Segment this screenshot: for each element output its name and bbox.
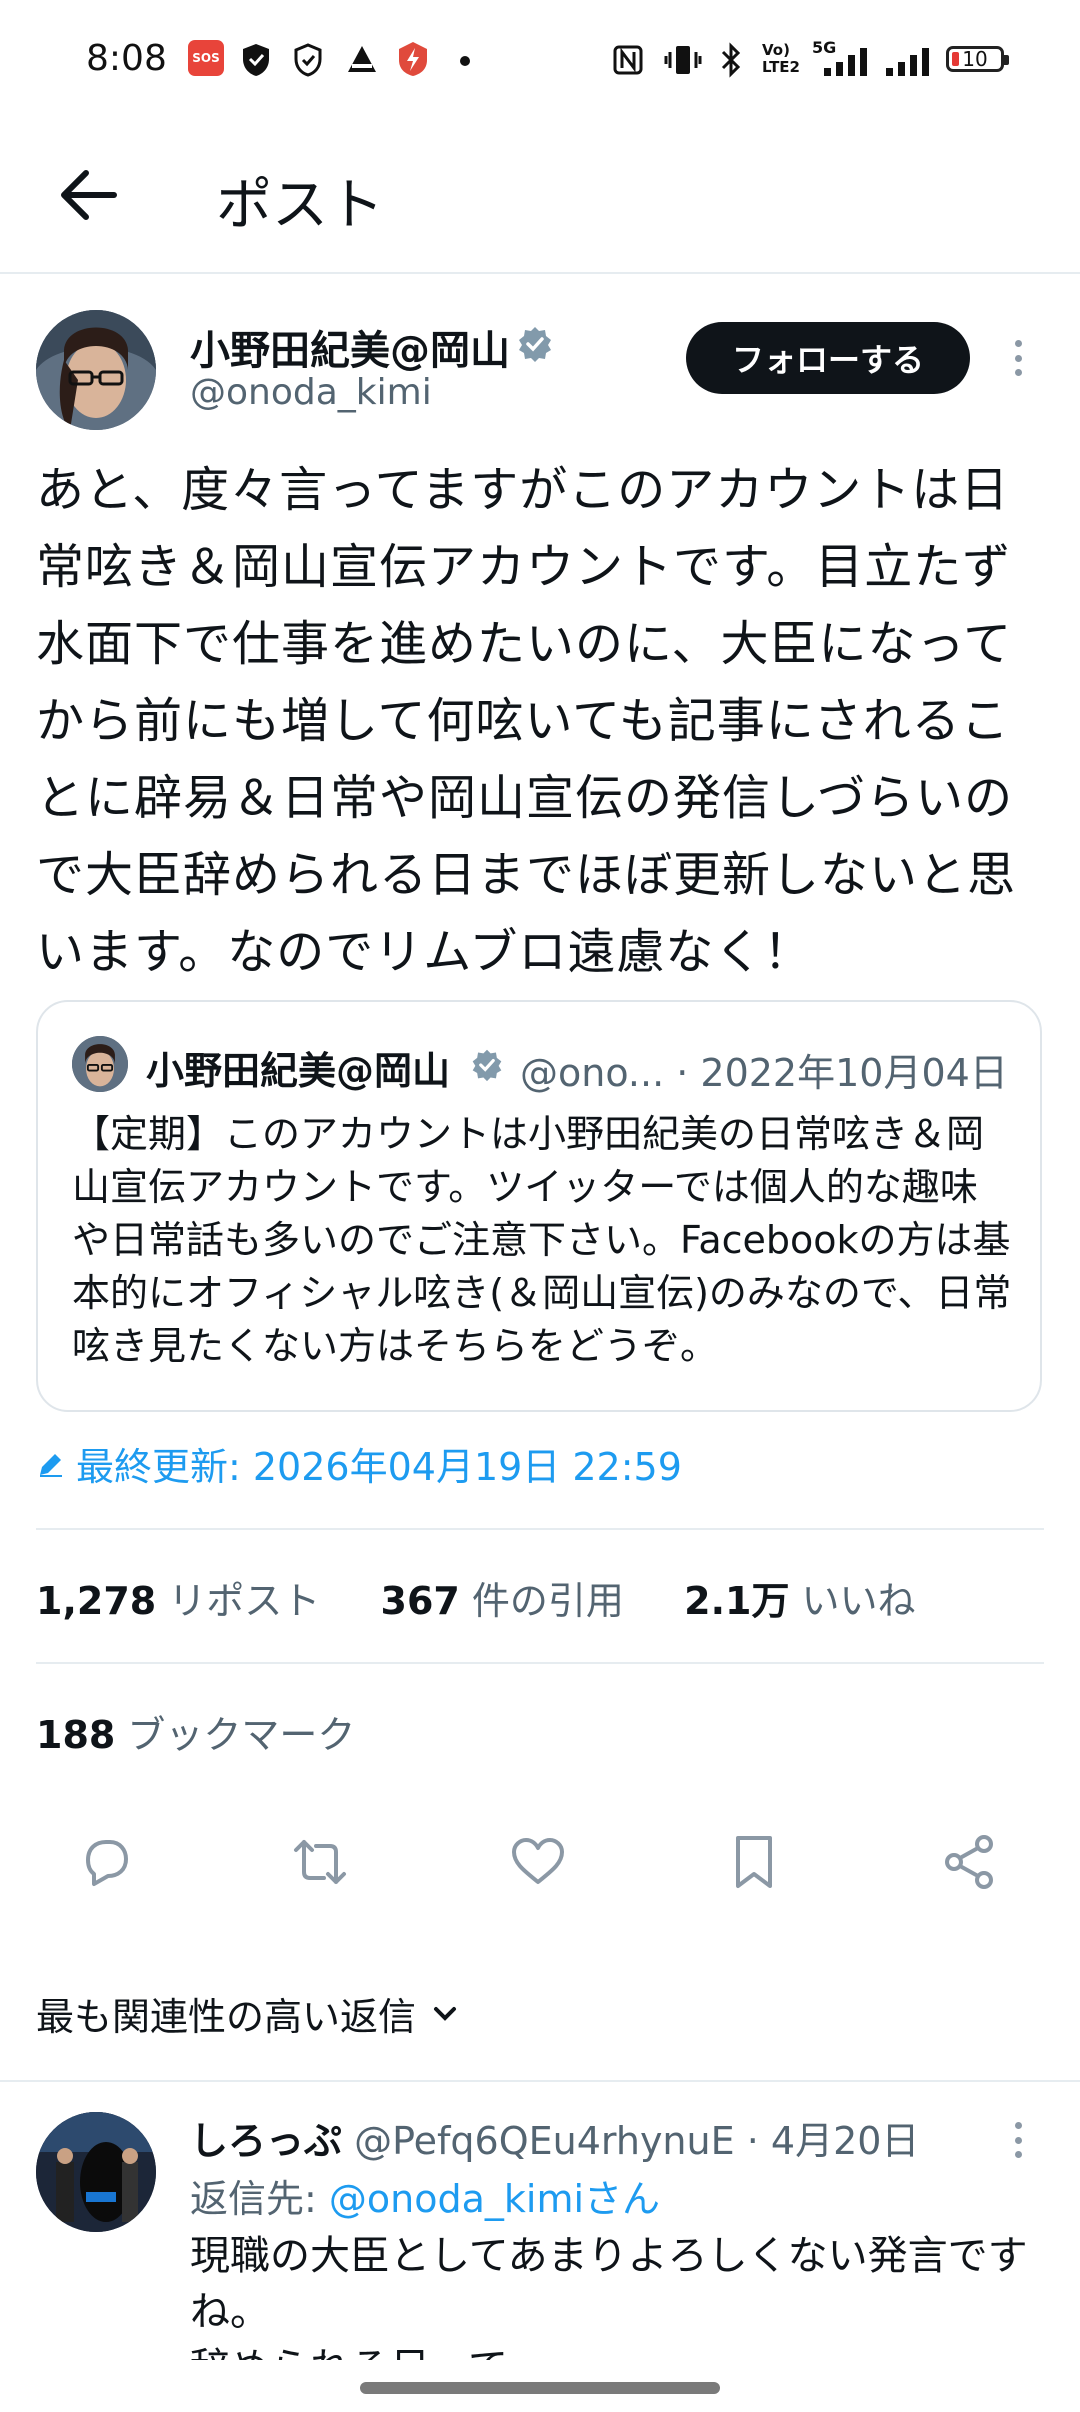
verified-badge-icon — [519, 327, 551, 362]
last-edited-link[interactable]: 最終更新: 2026年04月19日 22:59 — [36, 1436, 682, 1491]
author-avatar[interactable] — [36, 310, 156, 430]
shield-outline-icon — [294, 43, 322, 77]
reply-author-name[interactable]: しろっぷ — [190, 2119, 342, 2163]
reply-date: 4月20日 — [770, 2119, 920, 2163]
reply-more-options-icon[interactable] — [1000, 2116, 1036, 2164]
stats-divider-top — [36, 1528, 1044, 1530]
repost-icon[interactable] — [290, 1832, 350, 1892]
replies-divider — [0, 2080, 1080, 2082]
like-heart-icon[interactable] — [508, 1832, 568, 1892]
vpn-icon — [348, 46, 376, 72]
author-name[interactable]: 小野田紀美@岡山 — [190, 318, 510, 376]
bluetooth-icon — [721, 42, 741, 78]
quotes-stat[interactable]: 367 件の引用 — [381, 1579, 624, 1623]
chevron-down-icon — [434, 2006, 457, 2021]
signal-icon — [824, 48, 867, 76]
quoted-verified-badge-icon — [472, 1049, 502, 1082]
stats-divider-bottom — [36, 1662, 1044, 1664]
quoted-text: 【定期】このアカウントは小野田紀美の日常呟き＆岡山宣伝アカウントです。ツイッター… — [72, 1112, 1012, 1368]
post-text: あと、度々言ってますがこのアカウントは日常呟き＆岡山宣伝アカウントです。目立たず… — [36, 462, 1017, 980]
follow-button[interactable]: フォローする — [686, 322, 970, 394]
reply-icon[interactable] — [76, 1832, 136, 1892]
signal-icon-2 — [886, 48, 929, 76]
sos-icon: SOS — [188, 40, 224, 76]
replies-sort-dropdown[interactable]: 最も関連性の高い返信 — [36, 1986, 460, 2041]
author-handle[interactable]: @onoda_kimi — [190, 372, 432, 413]
gesture-home-bar[interactable] — [360, 2382, 720, 2394]
nfc-icon — [613, 45, 643, 75]
app-alert-icon — [399, 42, 427, 76]
engagement-stats: 1,278 リポスト 367 件の引用 2.1万 いいね — [36, 1570, 916, 1625]
bookmarks-stat[interactable]: 188 ブックマーク — [36, 1704, 355, 1759]
back-arrow-icon[interactable] — [50, 155, 130, 235]
reply-to-line: 返信先: @onoda_kimiさん — [190, 2177, 661, 2221]
reply-text: 現職の大臣としてあまりよろしくない発言ですね。 辞められる日って — [190, 2233, 1028, 2360]
quoted-author-name: 小野田紀美@岡山 — [146, 1049, 451, 1093]
bookmark-icon[interactable] — [724, 1832, 784, 1892]
header-divider — [0, 272, 1080, 274]
battery-icon: 10 — [946, 46, 1009, 72]
likes-stat[interactable]: 2.1万 いいね — [684, 1579, 915, 1623]
reposts-stat[interactable]: 1,278 リポスト — [36, 1579, 320, 1623]
shield-filled-icon — [243, 44, 269, 76]
reply-to-handle-link[interactable]: @onoda_kimiさん — [329, 2177, 660, 2221]
reply-header: しろっぷ @Pefq6QEu4rhynuE · 4月20日 — [190, 2119, 920, 2163]
edit-pencil-icon — [40, 1453, 62, 1477]
volte-label: Vo) LTE2 — [762, 41, 800, 76]
page-title: ポスト — [216, 173, 384, 238]
reply-avatar[interactable] — [36, 2112, 156, 2232]
more-options-icon[interactable] — [1000, 334, 1036, 382]
vibrate-icon — [664, 46, 702, 74]
share-icon[interactable] — [940, 1832, 1000, 1892]
status-time: 8:08 — [86, 38, 167, 79]
quoted-meta: @ono... · 2022年10月04日 — [520, 1051, 1008, 1095]
notification-dot-icon — [460, 56, 470, 66]
reply-author-handle[interactable]: @Pefq6QEu4rhynuE — [354, 2119, 735, 2163]
quoted-avatar — [72, 1036, 128, 1092]
